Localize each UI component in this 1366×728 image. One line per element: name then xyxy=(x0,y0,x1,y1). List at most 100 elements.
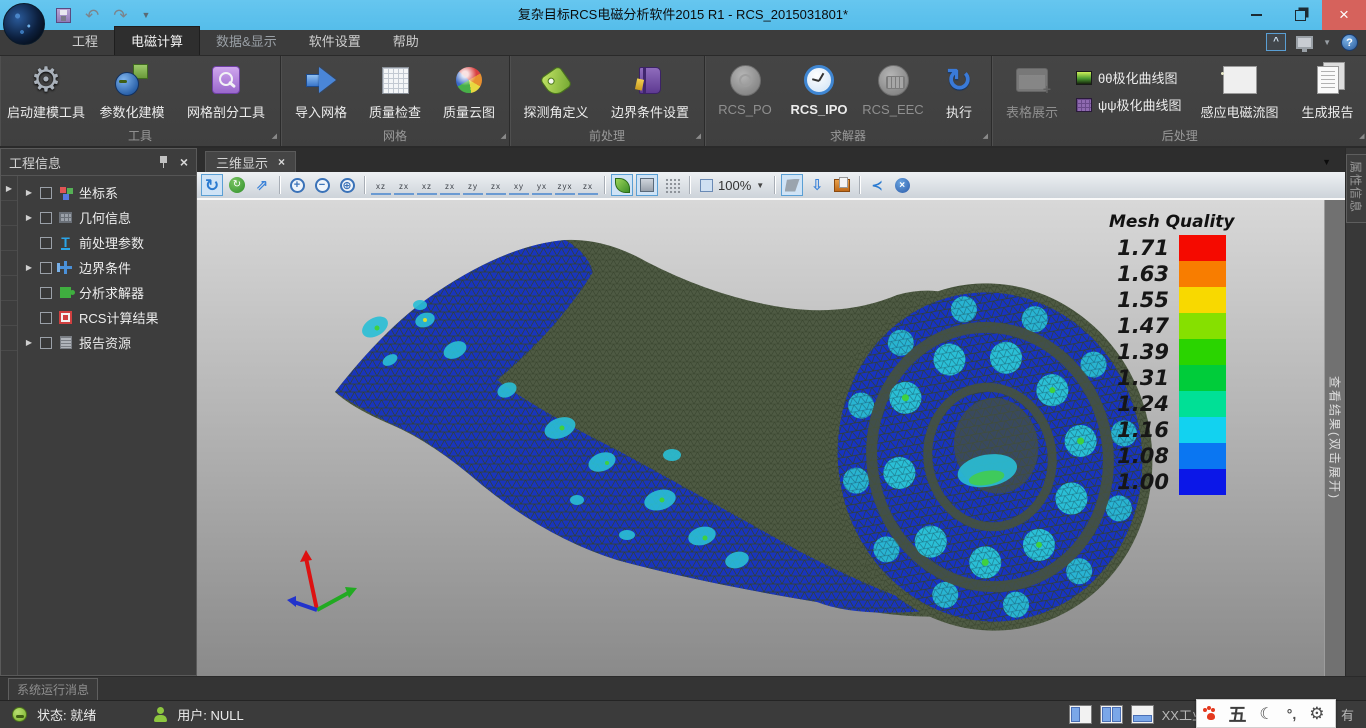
tree-item-boundary-conditions[interactable]: ▶ 边界条件 xyxy=(18,255,196,280)
ime-mode-button[interactable]: 五 xyxy=(1228,701,1246,727)
ime-punctuation-button[interactable]: °, xyxy=(1287,706,1297,722)
minimize-button[interactable] xyxy=(1234,0,1278,30)
checkbox[interactable] xyxy=(40,187,52,199)
view-preset-button[interactable]: zx xyxy=(440,175,460,195)
group-expander-icon[interactable]: ◢ xyxy=(1359,129,1364,144)
layout-side-panels-button[interactable] xyxy=(1100,705,1123,724)
view-preset-button[interactable]: zx xyxy=(578,175,598,195)
import-mesh-button[interactable]: 导入网格 xyxy=(285,58,357,121)
tab-list-dropdown-icon[interactable]: ▼ xyxy=(1322,157,1331,167)
quality-contour-button[interactable]: 质量云图 xyxy=(433,58,505,121)
view-preset-button[interactable]: zx xyxy=(486,175,506,195)
tab-em-computation[interactable]: 电磁计算 xyxy=(114,26,200,55)
pin-icon[interactable] xyxy=(159,156,168,168)
group-expander-icon[interactable]: ◢ xyxy=(272,129,277,144)
solver-rcs-eec-button[interactable]: RCS_EEC xyxy=(857,58,929,117)
mesh-partition-tool-button[interactable]: 网格剖分工具 xyxy=(176,58,276,121)
system-message-tab[interactable]: 系统运行消息 xyxy=(8,678,98,700)
tab-engineering[interactable]: 工程 xyxy=(56,27,114,55)
theta-polarization-curve-button[interactable]: θθ极化曲线图 xyxy=(1076,68,1182,87)
properties-collapsed-tab[interactable]: 属性信息 xyxy=(1346,154,1366,223)
solver-rcs-po-button[interactable]: RCS_PO xyxy=(709,58,781,117)
view-preset-button[interactable]: zy xyxy=(463,175,483,195)
expand-arrow-icon[interactable]: ▶ xyxy=(24,338,34,347)
save-icon[interactable] xyxy=(56,8,71,23)
help-icon[interactable]: ? xyxy=(1341,34,1358,51)
expand-arrow-icon[interactable]: ▶ xyxy=(24,213,34,222)
quality-check-button[interactable]: 质量检查 xyxy=(359,58,431,121)
probe-angle-button[interactable]: 探测角定义 xyxy=(514,58,598,121)
restore-button[interactable] xyxy=(1278,0,1322,30)
boundary-condition-settings-button[interactable]: 边界条件设置 xyxy=(600,58,700,121)
ime-logo-paw-icon[interactable] xyxy=(1207,713,1215,720)
launch-modeling-tool-button[interactable]: ⚙ 启动建模工具 xyxy=(4,58,88,121)
pan-button[interactable]: ⇗ xyxy=(251,174,273,196)
tree-item-preprocess-params[interactable]: T 前处理参数 xyxy=(18,230,196,255)
results-collapsed-tab[interactable]: 查看结果(双击展开) xyxy=(1324,200,1345,676)
layout-left-panel-button[interactable] xyxy=(1069,705,1092,724)
surface-mode-button[interactable] xyxy=(636,174,658,196)
view-preset-button[interactable]: xz xyxy=(371,175,391,195)
app-logo-icon[interactable] xyxy=(3,3,45,45)
checkbox[interactable] xyxy=(40,287,52,299)
expand-arrow-icon[interactable]: ▶ xyxy=(24,188,34,197)
checkbox[interactable] xyxy=(40,262,52,274)
rotate-view-button[interactable]: ↻ xyxy=(201,174,223,196)
checkbox[interactable] xyxy=(40,237,52,249)
orbit-button[interactable]: ↻ xyxy=(226,174,248,196)
close-button[interactable]: × xyxy=(1322,0,1366,30)
zoom-in-button[interactable]: + xyxy=(286,174,308,196)
share-view-button[interactable]: ≺ xyxy=(866,174,888,196)
view-preset-button[interactable]: xz xyxy=(417,175,437,195)
drop-button[interactable]: ⇩ xyxy=(806,174,828,196)
view-preset-button[interactable]: xy xyxy=(509,175,529,195)
zoom-fit-button[interactable]: ⊕ xyxy=(336,174,358,196)
execute-button[interactable]: ↻ 执行 xyxy=(931,58,987,121)
psi-polarization-curve-button[interactable]: ψψ极化曲线图 xyxy=(1076,95,1182,114)
zoom-level-control[interactable]: 100% ▼ xyxy=(696,178,768,193)
window-style-icon[interactable] xyxy=(1296,36,1313,49)
export-view-button[interactable] xyxy=(831,174,853,196)
layout-bottom-panel-button[interactable] xyxy=(1131,705,1154,724)
points-mode-button[interactable] xyxy=(661,174,683,196)
ime-moon-icon[interactable]: ☾ xyxy=(1259,704,1273,724)
shaded-mode-button[interactable] xyxy=(611,174,633,196)
ime-toolbar[interactable]: 五 ☾ °, ⚙ xyxy=(1196,699,1336,728)
view-preset-button[interactable]: zx xyxy=(394,175,414,195)
select-region-button[interactable] xyxy=(781,174,803,196)
3d-viewport[interactable]: Mesh Quality 1.71 1.63 1.55 1.47 1.39 1.… xyxy=(197,200,1345,676)
checkbox[interactable] xyxy=(40,337,52,349)
window-style-dropdown-icon[interactable]: ▼ xyxy=(1323,38,1331,47)
group-expander-icon[interactable]: ◢ xyxy=(983,129,988,144)
view-preset-button[interactable]: yx xyxy=(532,175,552,195)
checkbox[interactable] xyxy=(40,212,52,224)
checkbox[interactable] xyxy=(40,312,52,324)
group-expander-icon[interactable]: ◢ xyxy=(501,129,506,144)
zoom-level-dropdown-icon[interactable]: ▼ xyxy=(756,181,764,190)
panel-close-icon[interactable]: × xyxy=(180,155,188,169)
collapse-ribbon-button[interactable]: ^ xyxy=(1266,33,1286,51)
view-preset-button[interactable]: zyx xyxy=(555,175,575,195)
group-expander-icon[interactable]: ◢ xyxy=(696,129,701,144)
tab-close-icon[interactable]: × xyxy=(278,156,285,168)
tree-item-report-resources[interactable]: ▶ 报告资源 xyxy=(18,330,196,355)
close-view-button[interactable]: × xyxy=(891,174,913,196)
tree-item-geometry-info[interactable]: ▶ 几何信息 xyxy=(18,205,196,230)
generate-report-button[interactable]: 生成报告 xyxy=(1292,58,1364,121)
induced-current-map-button[interactable]: 感应电磁流图 xyxy=(1190,58,1290,121)
guide-expand-icon[interactable]: ▶ xyxy=(1,176,17,201)
tab-help[interactable]: 帮助 xyxy=(377,27,435,55)
zoom-out-button[interactable]: − xyxy=(311,174,333,196)
parametric-modeling-button[interactable]: 参数化建模 xyxy=(90,58,174,121)
tab-data-display[interactable]: 数据&显示 xyxy=(200,27,293,55)
expand-arrow-icon[interactable]: ▶ xyxy=(24,263,34,272)
table-display-button[interactable]: 表格展示 xyxy=(996,58,1068,121)
tree-item-coordinate-system[interactable]: ▶ 坐标系 xyxy=(18,180,196,205)
tab-software-settings[interactable]: 软件设置 xyxy=(293,27,377,55)
undo-icon[interactable]: ↶ xyxy=(85,7,99,24)
solver-rcs-ipo-button[interactable]: RCS_IPO xyxy=(783,58,855,117)
tree-item-rcs-results[interactable]: RCS计算结果 xyxy=(18,305,196,330)
tree-item-analysis-solver[interactable]: 分析求解器 xyxy=(18,280,196,305)
ime-settings-gear-icon[interactable]: ⚙ xyxy=(1309,704,1324,724)
tab-3d-display[interactable]: 三维显示 × xyxy=(205,151,296,172)
